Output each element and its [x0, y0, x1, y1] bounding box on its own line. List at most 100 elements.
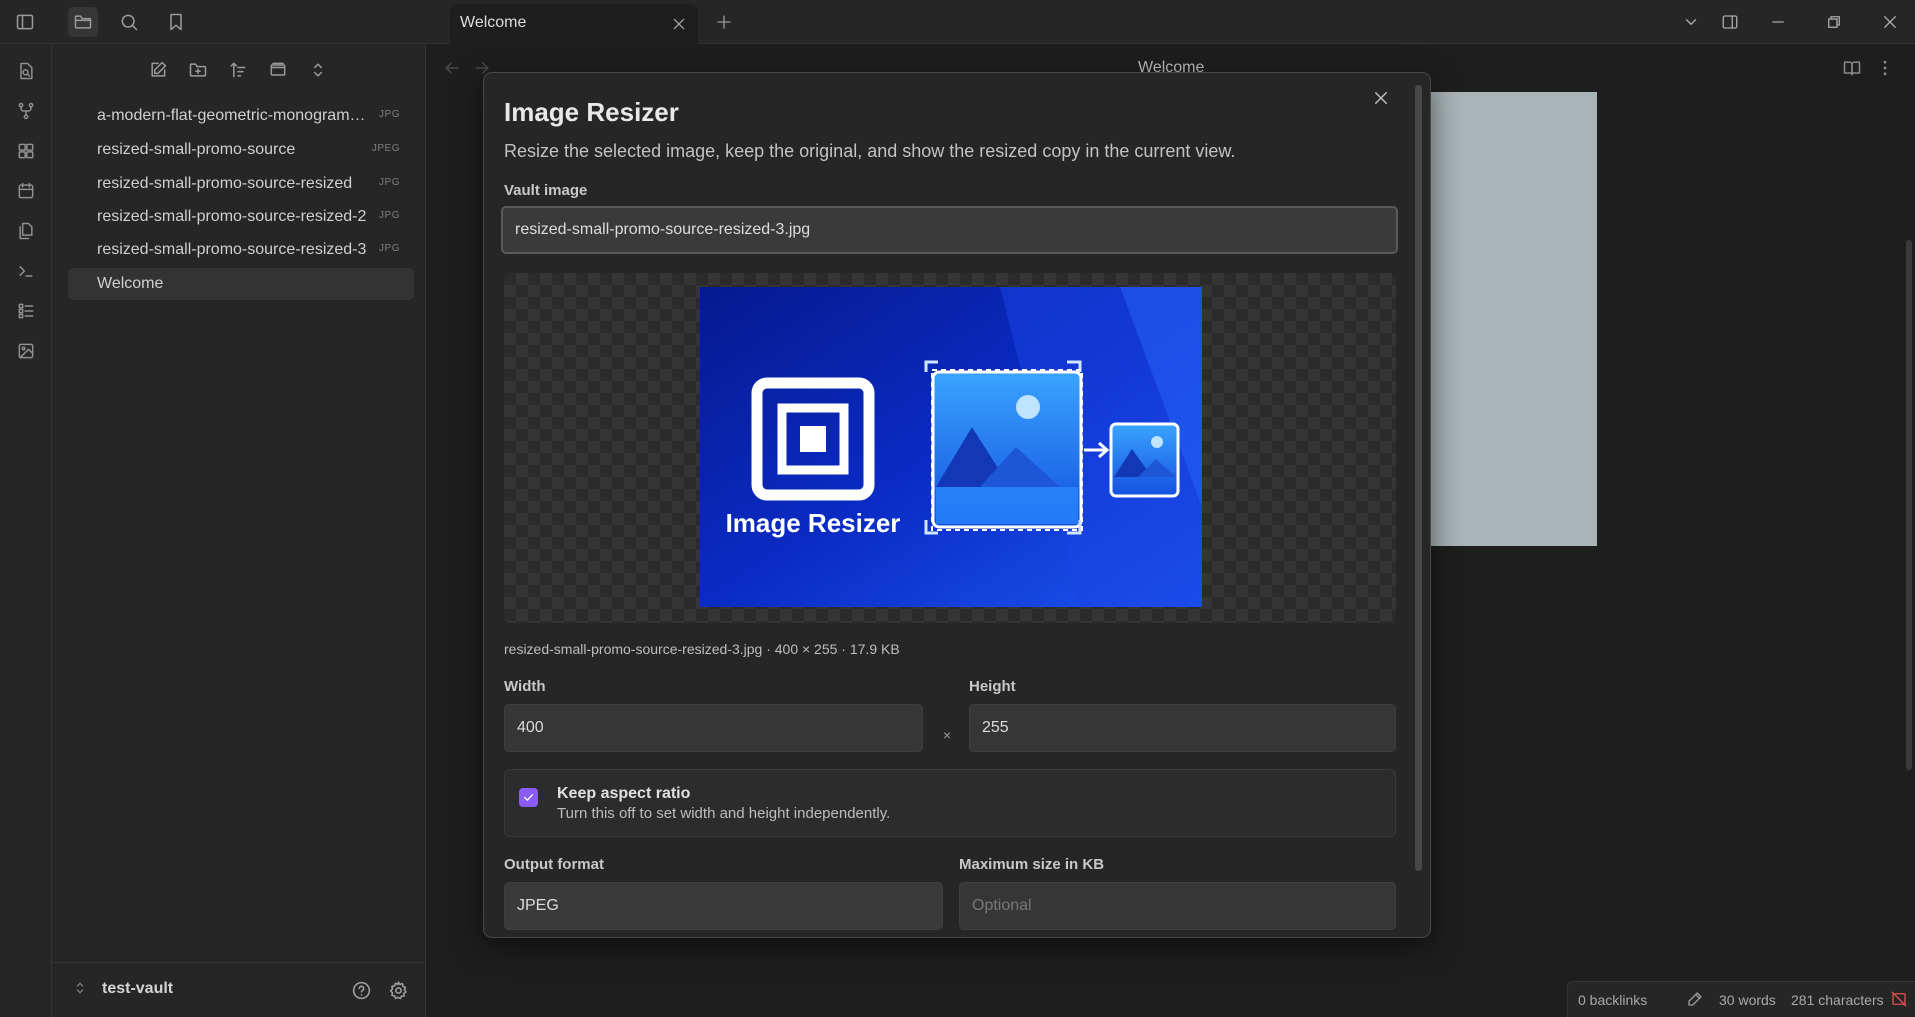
- sort-icon: [230, 62, 246, 78]
- right-sidebar-icon: [1722, 15, 1738, 29]
- new-note-button[interactable]: [143, 55, 173, 85]
- file-explorer: a-modern-flat-geometric-monogram-logo JP…: [52, 44, 426, 1017]
- collapse-all-button[interactable]: [303, 55, 333, 85]
- grid-icon: [18, 143, 34, 159]
- modal-scrollbar[interactable]: [1415, 85, 1422, 871]
- file-item[interactable]: resized-small-promo-source-resized-3 JPG: [68, 234, 414, 266]
- image-icon: [18, 343, 34, 359]
- plus-icon: [717, 15, 731, 29]
- bookmarks-tab-button[interactable]: [161, 7, 191, 37]
- back-button[interactable]: [437, 53, 467, 83]
- more-vertical-icon: [1883, 60, 1887, 76]
- search-icon: [121, 14, 138, 31]
- bookmark-icon: [170, 13, 182, 31]
- word-count: 30 words: [1719, 992, 1776, 1008]
- status-bar: 0 backlinks 30 words 281 characters: [1567, 981, 1915, 1017]
- templates-button[interactable]: [11, 216, 41, 246]
- height-label: Height: [969, 678, 1016, 695]
- maximize-button[interactable]: [1818, 6, 1850, 38]
- file-item[interactable]: resized-small-promo-source-resized-2 JPG: [68, 201, 414, 233]
- vault-name[interactable]: test-vault: [102, 980, 173, 998]
- open-quick-switcher-button[interactable]: [11, 56, 41, 86]
- close-icon: [673, 18, 685, 30]
- image-file-info: resized-small-promo-source-resized-3.jpg…: [504, 641, 900, 657]
- file-extension-badge: JPEG: [371, 143, 400, 154]
- graph-view-button[interactable]: [11, 96, 41, 126]
- file-extension-badge: JPG: [379, 109, 400, 120]
- file-item-active[interactable]: Welcome: [68, 268, 414, 300]
- max-size-input[interactable]: Optional: [959, 882, 1396, 930]
- output-format-label: Output format: [504, 856, 604, 873]
- tab-list-button[interactable]: [1675, 6, 1707, 38]
- vault-image-input[interactable]: resized-small-promo-source-resized-3.jpg: [501, 206, 1398, 254]
- max-size-label: Maximum size in KB: [959, 856, 1105, 873]
- folder-icon: [74, 15, 92, 29]
- sort-button[interactable]: [223, 55, 253, 85]
- file-name: resized-small-promo-source-resized-3: [97, 241, 367, 258]
- calendar-icon: [18, 182, 34, 199]
- files-icon: [19, 222, 33, 240]
- width-label: Width: [504, 678, 546, 695]
- keep-aspect-ratio-description: Turn this off to set width and height in…: [557, 805, 891, 822]
- file-name: Welcome: [97, 275, 164, 292]
- help-button[interactable]: [346, 975, 376, 1005]
- modal-close-button[interactable]: [1366, 83, 1396, 113]
- terminal-icon: [19, 266, 33, 277]
- canvas-button[interactable]: [11, 136, 41, 166]
- reading-view-button[interactable]: [1837, 53, 1867, 83]
- more-options-button[interactable]: [1870, 53, 1900, 83]
- file-extension-badge: JPG: [379, 177, 400, 188]
- modal-description: Resize the selected image, keep the orig…: [504, 141, 1236, 161]
- note-image: [1430, 92, 1597, 546]
- help-icon: [352, 981, 370, 999]
- file-item[interactable]: resized-small-promo-source-resized JPG: [68, 168, 414, 200]
- files-tab-button[interactable]: [68, 7, 98, 37]
- output-format-select[interactable]: JPEG: [504, 882, 943, 930]
- tab-close-button[interactable]: [668, 13, 690, 35]
- sync-error-icon[interactable]: [1890, 990, 1910, 1010]
- minimize-icon: [1772, 21, 1784, 23]
- times-symbol: ×: [943, 727, 952, 743]
- keep-aspect-ratio-title: Keep aspect ratio: [557, 785, 691, 802]
- new-tab-button[interactable]: [710, 8, 738, 36]
- list-icon: [18, 303, 34, 319]
- keep-aspect-ratio-checkbox[interactable]: [519, 788, 538, 807]
- close-icon: [1375, 92, 1387, 104]
- tab-welcome[interactable]: Welcome: [450, 4, 698, 44]
- git-fork-icon: [18, 102, 34, 120]
- panel-icon: [270, 62, 286, 76]
- sidebar-icon: [16, 14, 34, 30]
- toggle-sidebar-button[interactable]: [10, 7, 40, 37]
- close-icon: [1884, 16, 1896, 28]
- file-extension-badge: JPG: [379, 210, 400, 221]
- editor-scrollbar[interactable]: [1906, 240, 1912, 770]
- close-window-button[interactable]: [1874, 6, 1906, 38]
- chevrons-up-down-icon: [313, 63, 323, 77]
- new-folder-button[interactable]: [183, 55, 213, 85]
- file-item[interactable]: a-modern-flat-geometric-monogram-logo JP…: [68, 100, 414, 132]
- tab-title: Welcome: [460, 14, 527, 31]
- keep-aspect-ratio-setting: Keep aspect ratio Turn this off to set w…: [504, 769, 1396, 837]
- toggle-right-sidebar-button[interactable]: [1714, 6, 1746, 38]
- restore-icon: [1828, 16, 1840, 28]
- height-input[interactable]: 255: [969, 704, 1396, 752]
- pencil-icon[interactable]: [1686, 990, 1706, 1010]
- command-palette-button[interactable]: [11, 256, 41, 286]
- minimize-button[interactable]: [1762, 6, 1794, 38]
- search-tab-button[interactable]: [114, 7, 144, 37]
- chevrons-up-down-icon[interactable]: [72, 980, 92, 1000]
- checkmark-icon: [524, 794, 533, 801]
- file-name: a-modern-flat-geometric-monogram-logo: [97, 107, 369, 124]
- folder-plus-icon: [189, 63, 207, 77]
- backlinks-count[interactable]: 0 backlinks: [1578, 992, 1647, 1008]
- auto-reveal-button[interactable]: [263, 55, 293, 85]
- file-search-icon: [20, 62, 33, 80]
- daily-note-button[interactable]: [11, 176, 41, 206]
- vault-image-label: Vault image: [504, 182, 588, 199]
- width-input[interactable]: 400: [504, 704, 923, 752]
- bases-button[interactable]: [11, 296, 41, 326]
- image-resizer-button[interactable]: [11, 336, 41, 366]
- image-preview: Image Resizer: [504, 273, 1396, 623]
- settings-button[interactable]: [383, 975, 413, 1005]
- file-item[interactable]: resized-small-promo-source JPEG: [68, 134, 414, 166]
